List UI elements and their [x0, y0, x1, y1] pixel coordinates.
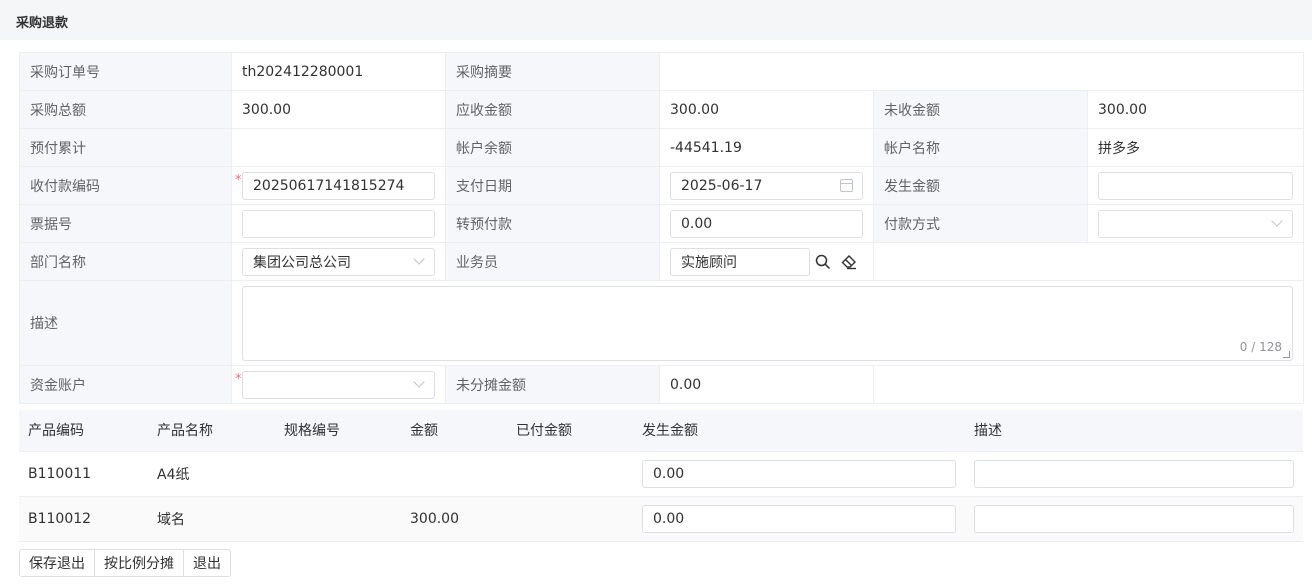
- dept-select[interactable]: [242, 247, 435, 276]
- pay-method-label: 付款方式: [873, 204, 1088, 243]
- unallocated-value: 0.00: [659, 365, 874, 404]
- desc-cell: [965, 496, 1303, 542]
- bill-no-label: 票据号: [19, 204, 232, 243]
- order-no-value: th202412280001: [231, 52, 446, 91]
- dept-cell: [231, 242, 446, 281]
- desc-cell: 0 / 128: [231, 280, 1304, 366]
- spec-no: [275, 451, 401, 497]
- pay-date-input[interactable]: [670, 171, 863, 200]
- pay-method-select[interactable]: [1098, 209, 1293, 238]
- fund-account-input[interactable]: [242, 370, 435, 399]
- bill-no-cell: [231, 204, 446, 243]
- payment-code-cell: *: [231, 166, 446, 205]
- desc-label: 描述: [19, 280, 232, 366]
- order-no-label: 采购订单号: [19, 52, 232, 91]
- allocate-button[interactable]: 按比例分摊: [94, 549, 184, 577]
- unallocated-label: 未分摊金额: [445, 365, 660, 404]
- salesman-label: 业务员: [445, 242, 660, 281]
- char-count: 0 / 128: [1239, 339, 1282, 354]
- occur-amount-input[interactable]: [642, 459, 956, 488]
- save-exit-button[interactable]: 保存退出: [19, 549, 95, 577]
- to-prepay-input[interactable]: [670, 209, 863, 238]
- amount-label: 发生金额: [873, 166, 1088, 205]
- to-prepay-cell: [659, 204, 874, 243]
- col-header: 金额: [401, 410, 507, 452]
- spec-no: [275, 496, 401, 542]
- col-header: 产品名称: [148, 410, 275, 452]
- payment-code-label: 收付款编码: [19, 166, 232, 205]
- to-prepay-label: 转预付款: [445, 204, 660, 243]
- summary-value: [659, 52, 1304, 91]
- pay-date-label: 支付日期: [445, 166, 660, 205]
- fund-account-label: 资金账户: [19, 365, 232, 404]
- occur-amount-input[interactable]: [642, 504, 956, 533]
- amount-cell: [1087, 166, 1304, 205]
- receivable-value: 300.00: [659, 90, 874, 129]
- paid-amount: [507, 451, 633, 497]
- calendar-icon[interactable]: [840, 178, 853, 192]
- product-table: 产品编码 产品名称 规格编号 金额 已付金额 发生金额 描述 B110011 A…: [19, 410, 1303, 542]
- product-name: 域名: [148, 496, 275, 542]
- receivable-label: 应收金额: [445, 90, 660, 129]
- unreceived-value: 300.00: [1087, 90, 1304, 129]
- product-code: B110011: [19, 451, 148, 497]
- col-header: 发生金额: [633, 410, 965, 452]
- prepaid-value: [231, 128, 446, 167]
- amount: 300.00: [401, 496, 507, 542]
- fund-account-select[interactable]: [242, 370, 435, 399]
- col-header: 描述: [965, 410, 1303, 452]
- title-bar: 采购退款: [0, 0, 1312, 40]
- bill-no-input[interactable]: [242, 209, 435, 238]
- empty-cell: [873, 242, 1304, 281]
- col-header: 已付金额: [507, 410, 633, 452]
- amount-input[interactable]: [1098, 171, 1293, 200]
- summary-label: 采购摘要: [445, 52, 660, 91]
- row-desc-input[interactable]: [974, 504, 1294, 533]
- desc-cell: [965, 451, 1303, 497]
- col-header: 规格编号: [275, 410, 401, 452]
- paid-amount: [507, 496, 633, 542]
- prepaid-label: 预付累计: [19, 128, 232, 167]
- salesman-cell: [659, 242, 874, 281]
- dept-input[interactable]: [242, 247, 435, 276]
- product-code: B110012: [19, 496, 148, 542]
- row-desc-input[interactable]: [974, 459, 1294, 488]
- salesman-input[interactable]: [670, 247, 810, 276]
- payment-code-input[interactable]: [242, 171, 435, 200]
- exit-button[interactable]: 退出: [183, 549, 231, 577]
- empty-cell: [873, 365, 1304, 404]
- occur-cell: [633, 496, 965, 542]
- total-label: 采购总额: [19, 90, 232, 129]
- balance-label: 帐户余额: [445, 128, 660, 167]
- col-header: 产品编码: [19, 410, 148, 452]
- unreceived-label: 未收金额: [873, 90, 1088, 129]
- balance-value: -44541.19: [659, 128, 874, 167]
- required-mark: *: [235, 372, 242, 387]
- table-row: B110012 域名 300.00: [19, 496, 1303, 542]
- pay-date-cell: [659, 166, 874, 205]
- product-name: A4纸: [148, 451, 275, 497]
- total-value: 300.00: [231, 90, 446, 129]
- table-row: B110011 A4纸: [19, 451, 1303, 497]
- button-group: 保存退出 按比例分摊 退出: [19, 549, 231, 577]
- search-icon[interactable]: [810, 248, 836, 276]
- account-name-label: 帐户名称: [873, 128, 1088, 167]
- fund-account-cell: *: [231, 365, 446, 404]
- pay-method-input[interactable]: [1098, 209, 1293, 238]
- required-mark: *: [235, 173, 242, 188]
- pay-method-cell: [1087, 204, 1304, 243]
- refund-form: 采购订单号 th202412280001 采购摘要 采购总额 300.00 应收…: [19, 52, 1304, 404]
- account-name-value: 拼多多: [1087, 128, 1304, 167]
- resize-handle[interactable]: [1283, 350, 1290, 358]
- dept-label: 部门名称: [19, 242, 232, 281]
- eraser-icon[interactable]: [836, 248, 862, 276]
- occur-cell: [633, 451, 965, 497]
- desc-textarea[interactable]: 0 / 128: [242, 285, 1293, 361]
- table-header: 产品编码 产品名称 规格编号 金额 已付金额 发生金额 描述: [19, 410, 1303, 452]
- amount: [401, 451, 507, 497]
- page-title: 采购退款: [16, 16, 69, 31]
